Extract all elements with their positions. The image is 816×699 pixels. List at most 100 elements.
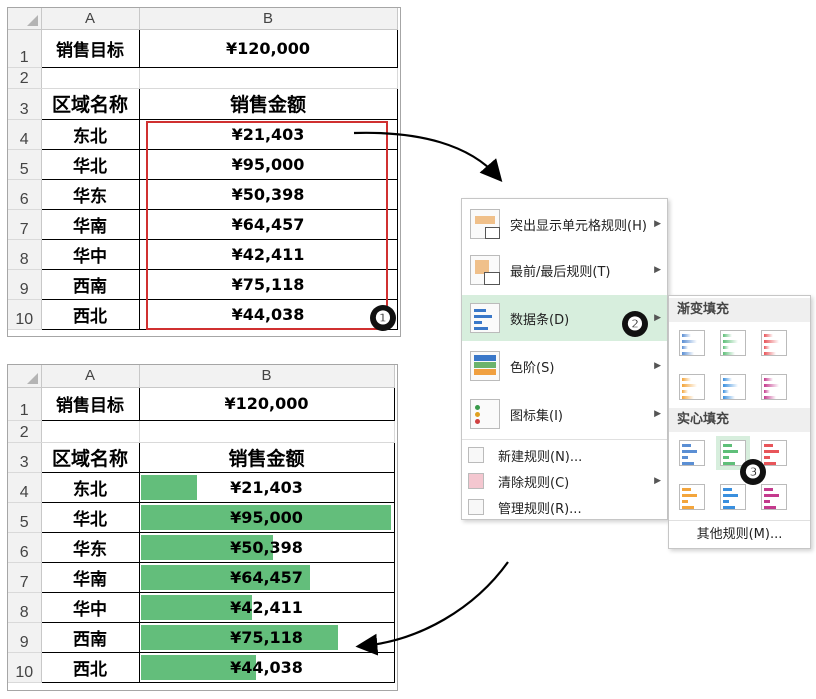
row-header[interactable]: 9 — [8, 269, 42, 300]
amount-value: ¥75,118 — [230, 627, 303, 647]
region-cell[interactable]: 西北 — [40, 298, 140, 330]
region-cell[interactable]: 西南 — [40, 621, 140, 653]
step-badge-2: ❷ — [622, 311, 648, 337]
row-header[interactable]: 6 — [8, 179, 42, 210]
data-bar — [140, 474, 197, 500]
column-header-b[interactable]: B — [139, 365, 395, 388]
amount-cell[interactable]: ¥44,038 — [138, 651, 395, 683]
menu-label: 色阶(S) — [510, 360, 555, 376]
amount-cell[interactable]: ¥21,403 — [138, 471, 395, 503]
top-bottom-rules-icon — [470, 255, 500, 285]
solid-data-bar-icon[interactable] — [761, 484, 787, 510]
amount-header-cell[interactable]: 销售金额 — [138, 87, 398, 120]
solid-data-bar-icon[interactable] — [720, 484, 746, 510]
amount-cell[interactable]: ¥95,000 — [138, 501, 395, 533]
amount-value: ¥21,403 — [230, 477, 303, 497]
select-all-corner[interactable] — [8, 365, 42, 388]
gradient-data-bar-icon[interactable] — [761, 374, 787, 400]
bottom-table: A B 1 销售目标 ¥120,000 2 3 区域名称 销售金额 4 东北 ¥21,403 5 华北… — [8, 365, 395, 683]
gradient-data-bar-icon[interactable] — [679, 330, 705, 356]
amount-value: ¥44,038 — [230, 657, 303, 677]
more-rules-button[interactable]: 其他规则(M)... — [669, 524, 810, 546]
menu-item-clear-rules[interactable]: 清除规则(C) ▶ — [462, 468, 667, 494]
row-header[interactable]: 2 — [8, 420, 42, 443]
highlight-rules-icon — [470, 209, 500, 239]
region-cell[interactable]: 华北 — [40, 148, 140, 180]
amount-value: ¥95,000 — [230, 507, 303, 527]
region-header-cell[interactable]: 区域名称 — [40, 441, 140, 473]
row-header[interactable]: 7 — [8, 562, 42, 593]
target-label-cell[interactable]: 销售目标 — [40, 386, 140, 421]
row-header[interactable]: 4 — [8, 119, 42, 150]
data-bars-submenu: 渐变填充 实心填充 其他规则(M)... — [668, 295, 811, 549]
submenu-arrow-icon: ▶ — [654, 265, 661, 275]
row-header[interactable]: 5 — [8, 502, 42, 533]
row-header[interactable]: 8 — [8, 239, 42, 270]
region-cell[interactable]: 华南 — [40, 561, 140, 593]
empty-cell[interactable] — [139, 67, 398, 89]
menu-item-color-scales[interactable]: 色阶(S) ▶ — [462, 343, 667, 389]
row-header[interactable]: 2 — [8, 67, 42, 89]
row-header[interactable]: 1 — [8, 387, 42, 421]
solid-data-bar-icon[interactable] — [679, 440, 705, 466]
row-header[interactable]: 6 — [8, 532, 42, 563]
gradient-data-bar-icon[interactable] — [679, 374, 705, 400]
row-header[interactable]: 9 — [8, 622, 42, 653]
amount-value: ¥42,411 — [230, 597, 303, 617]
region-cell[interactable]: 华北 — [40, 501, 140, 533]
region-cell[interactable]: 东北 — [40, 471, 140, 503]
row-header[interactable]: 8 — [8, 592, 42, 623]
gradient-fill-header: 渐变填充 — [669, 298, 810, 322]
region-cell[interactable]: 华南 — [40, 208, 140, 240]
data-bars-icon — [470, 303, 500, 333]
empty-cell[interactable] — [139, 420, 395, 443]
region-header-cell[interactable]: 区域名称 — [40, 87, 140, 120]
menu-label: 清除规则(C) — [498, 475, 570, 491]
row-header[interactable]: 10 — [8, 299, 42, 330]
step-badge-1: ❶ — [370, 305, 396, 331]
target-value-cell[interactable]: ¥120,000 — [138, 386, 395, 421]
row-header[interactable]: 4 — [8, 472, 42, 503]
gradient-data-bar-icon[interactable] — [720, 330, 746, 356]
gradient-data-bar-icon[interactable] — [720, 374, 746, 400]
menu-item-highlight-rules[interactable]: 突出显示单元格规则(H) ▶ — [462, 201, 667, 247]
empty-cell[interactable] — [41, 67, 140, 89]
amount-value: ¥50,398 — [230, 537, 303, 557]
menu-item-manage-rules[interactable]: 管理规则(R)... — [462, 494, 667, 520]
column-header-b[interactable]: B — [139, 8, 398, 30]
target-label-cell[interactable]: 销售目标 — [40, 28, 140, 68]
column-header-a[interactable]: A — [41, 365, 140, 388]
region-cell[interactable]: 华中 — [40, 591, 140, 623]
solid-data-bar-icon[interactable] — [761, 440, 787, 466]
region-cell[interactable]: 西南 — [40, 268, 140, 300]
amount-header-cell[interactable]: 销售金额 — [138, 441, 395, 473]
menu-separator — [462, 439, 667, 440]
empty-cell[interactable] — [41, 420, 140, 443]
amount-value: ¥64,457 — [230, 567, 303, 587]
row-header[interactable]: 10 — [8, 652, 42, 683]
manage-rules-icon — [468, 499, 484, 515]
region-cell[interactable]: 华中 — [40, 238, 140, 270]
region-cell[interactable]: 西北 — [40, 651, 140, 683]
row-header[interactable]: 7 — [8, 209, 42, 240]
submenu-arrow-icon: ▶ — [654, 361, 661, 371]
solid-data-bar-icon[interactable] — [716, 436, 750, 470]
row-header[interactable]: 3 — [8, 442, 42, 473]
menu-label: 数据条(D) — [510, 312, 570, 328]
target-value-cell[interactable]: ¥120,000 — [138, 28, 398, 68]
menu-item-icon-sets[interactable]: 图标集(I) ▶ — [462, 391, 667, 437]
region-cell[interactable]: 东北 — [40, 118, 140, 150]
row-header[interactable]: 3 — [8, 88, 42, 120]
gradient-data-bar-icon[interactable] — [761, 330, 787, 356]
region-cell[interactable]: 华东 — [40, 531, 140, 563]
solid-data-bar-icon[interactable] — [679, 484, 705, 510]
menu-item-top-bottom-rules[interactable]: 最前/最后规则(T) ▶ — [462, 247, 667, 293]
arrow-to-menu — [353, 131, 503, 182]
select-all-corner[interactable] — [8, 8, 42, 30]
row-header[interactable]: 1 — [8, 29, 42, 68]
region-cell[interactable]: 华东 — [40, 178, 140, 210]
row-header[interactable]: 5 — [8, 149, 42, 180]
column-header-a[interactable]: A — [41, 8, 140, 30]
submenu-arrow-icon: ▶ — [654, 313, 661, 323]
menu-item-new-rule[interactable]: 新建规则(N)... — [462, 442, 667, 468]
